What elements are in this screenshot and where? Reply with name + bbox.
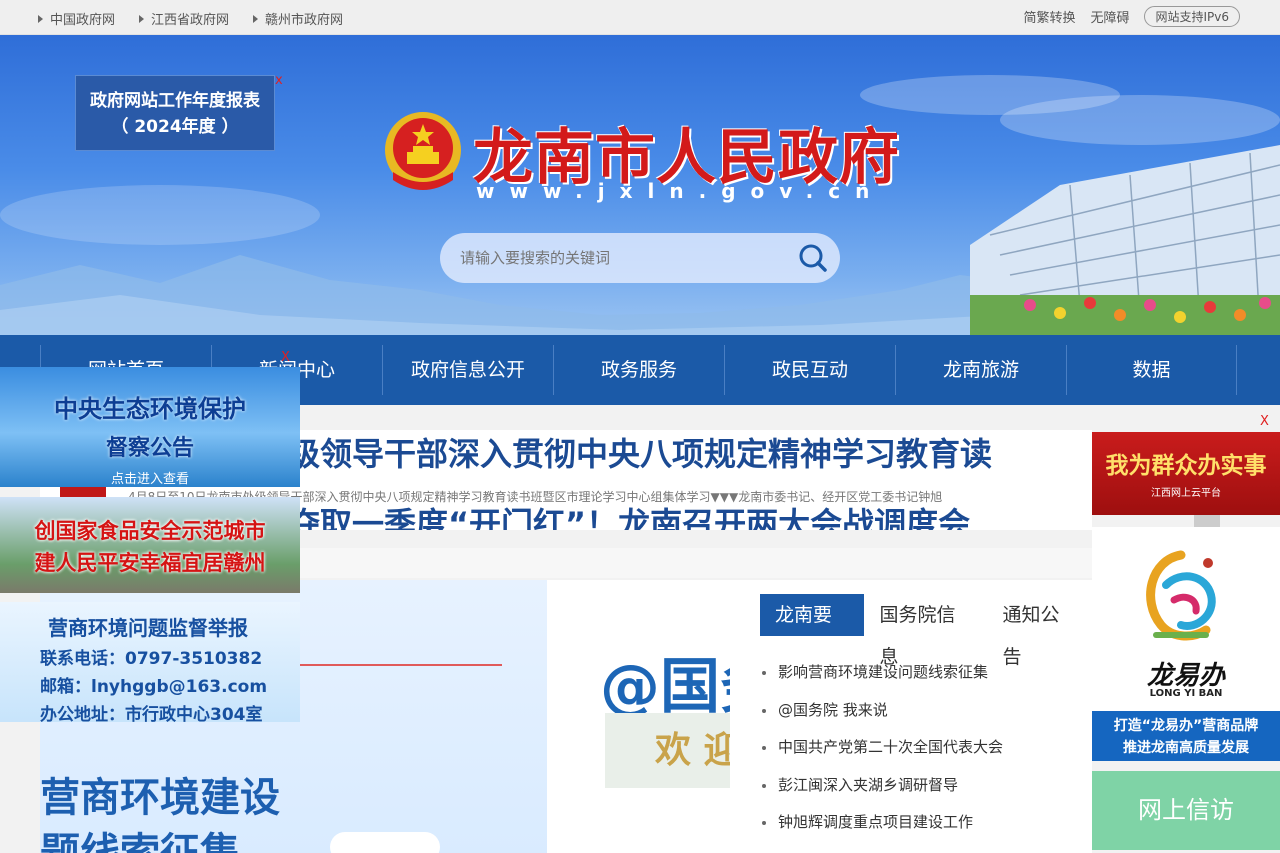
- link-label: 中国政府网: [50, 13, 116, 28]
- ad-food-safety[interactable]: 创国家食品安全示范城市 建人民平安幸福宜居赣州: [0, 497, 300, 593]
- online-petition-button[interactable]: 网上信访: [1092, 771, 1280, 850]
- site-banner: 政府网站工作年度报表 （ 2024年度 ） x 龙南市人民政府 www.jxln…: [0, 35, 1280, 335]
- tab-notices[interactable]: 通知公告: [988, 594, 1092, 668]
- close-icon[interactable]: X: [1260, 414, 1269, 429]
- list-item[interactable]: @国务院 我来说: [760, 692, 1090, 730]
- nav-data[interactable]: 数据: [1066, 345, 1237, 395]
- link-china-gov[interactable]: 中国政府网: [38, 9, 115, 28]
- list-item[interactable]: 中国共产党第二十次全国代表大会: [760, 729, 1090, 767]
- ad-eco-inspection[interactable]: 中央生态环境保护 督察公告 点击进入查看: [0, 367, 300, 487]
- ad-longyiban[interactable]: 龙易办 LONG YI BAN 打造“龙易办”营商品牌 推进龙南高质量发展: [1092, 527, 1280, 761]
- brand-name-en: LONG YI BAN: [1149, 688, 1223, 699]
- report-line1: 政府网站工作年度报表: [90, 91, 260, 111]
- triangle-bullet-icon: [253, 14, 259, 23]
- national-emblem-icon: [385, 112, 461, 190]
- triangle-bullet-icon: [38, 14, 43, 23]
- ad-business-report[interactable]: 营商环境问题监督举报 联系电话：0797-3510382 邮箱：lnyhggb@…: [0, 602, 300, 722]
- nav-gov-info[interactable]: 政府信息公开: [382, 345, 553, 395]
- headline-title-2[interactable]: 夺取一季度“开门红”！龙南召开两大会战调度会: [288, 502, 970, 530]
- promo-welcome: 欢 迎: [605, 713, 730, 788]
- ad-email: 邮箱：lnyhggb@163.com: [40, 677, 268, 697]
- close-icon[interactable]: X: [281, 350, 290, 365]
- link-ganzhou-gov[interactable]: 赣州市政府网: [253, 9, 343, 28]
- close-icon[interactable]: x: [275, 73, 283, 88]
- annual-report-badge[interactable]: 政府网站工作年度报表 （ 2024年度 ）: [75, 75, 275, 151]
- ad-title: 中央生态环境保护: [54, 395, 246, 423]
- ad-title: 创国家食品安全示范城市: [34, 519, 266, 543]
- ad-phone: 联系电话：0797-3510382: [40, 649, 263, 669]
- top-bar: 中国政府网 江西省政府网 赣州市政府网 简繁转换 无障碍 网站支持IPv6: [0, 0, 1280, 35]
- link-label: 赣州市政府网: [265, 13, 344, 28]
- ipv6-badge: 网站支持IPv6: [1144, 6, 1240, 27]
- news-tabs: 龙南要闻 国务院信息 通知公告: [760, 594, 1092, 668]
- top-links: 中国政府网 江西省政府网 赣州市政府网: [38, 9, 343, 28]
- triangle-bullet-icon: [139, 14, 145, 23]
- link-jiangxi-gov[interactable]: 江西省政府网: [139, 9, 229, 28]
- tab-longnan-news[interactable]: 龙南要闻: [760, 594, 865, 668]
- slogan-line2: 推进龙南高质量发展: [1123, 740, 1249, 756]
- ad-serve-people[interactable]: 我为群众办实事 江西网上云平台: [1092, 432, 1280, 515]
- ad-slogan: 打造“龙易办”营商品牌 推进龙南高质量发展: [1092, 711, 1280, 761]
- brand-name: 龙易办: [1146, 661, 1225, 691]
- ad-title-2: 建人民平安幸福宜居赣州: [34, 551, 266, 575]
- promo-button[interactable]: [330, 832, 440, 853]
- search-icon[interactable]: [798, 243, 828, 273]
- promo-title: 营商环境建设: [40, 775, 280, 821]
- top-right-tools: 简繁转换 无障碍 网站支持IPv6: [1023, 6, 1240, 27]
- news-list: 影响营商环境建设问题线索征集 @国务院 我来说 中国共产党第二十次全国代表大会 …: [760, 654, 1090, 842]
- slogan-line1: 打造“龙易办”营商品牌: [1113, 718, 1259, 734]
- ad-title: 营商环境问题监督举报: [48, 616, 248, 640]
- nav-interaction[interactable]: 政民互动: [724, 345, 895, 395]
- promo-at-text: @国务: [600, 652, 730, 722]
- list-item[interactable]: 钟旭辉调度重点项目建设工作: [760, 804, 1090, 842]
- nav-services[interactable]: 政务服务: [553, 345, 724, 395]
- simplified-traditional-toggle[interactable]: 简繁转换: [1023, 7, 1075, 26]
- ad-title: 我为群众办实事: [1105, 453, 1267, 479]
- ad-title-2: 督察公告: [105, 436, 194, 461]
- greenhouse-flowers-image: [970, 145, 1280, 335]
- ad-address: 办公地址：市行政中心304室: [40, 705, 263, 722]
- search-input[interactable]: [460, 245, 780, 271]
- accessibility-link[interactable]: 无障碍: [1090, 7, 1129, 26]
- list-item[interactable]: 影响营商环境建设问题线索征集: [760, 654, 1090, 692]
- search-box: [440, 233, 840, 283]
- site-url: www.jxln.gov.cn: [476, 179, 885, 203]
- promo-title-2: 题线索征集: [40, 830, 240, 853]
- ad-subtitle: 江西网上云平台: [1151, 488, 1221, 499]
- tab-state-council[interactable]: 国务院信息: [864, 594, 987, 668]
- news-panel: 龙南要闻 国务院信息 通知公告 影响营商环境建设问题线索征集 @国务院 我来说 …: [730, 580, 1092, 853]
- link-label: 江西省政府网: [151, 13, 230, 28]
- report-line2: （ 2024年度 ）: [111, 117, 239, 137]
- longyiban-logo-icon: [1146, 550, 1216, 641]
- list-item[interactable]: 彭江闽深入夹湖乡调研督导: [760, 767, 1090, 805]
- scroll-tab: [1194, 515, 1220, 527]
- ad-cta: 点击进入查看: [110, 472, 189, 487]
- nav-tourism[interactable]: 龙南旅游: [895, 345, 1066, 395]
- headline-title[interactable]: 级领导干部深入贯彻中央八项规定精神学习教育读: [288, 432, 992, 476]
